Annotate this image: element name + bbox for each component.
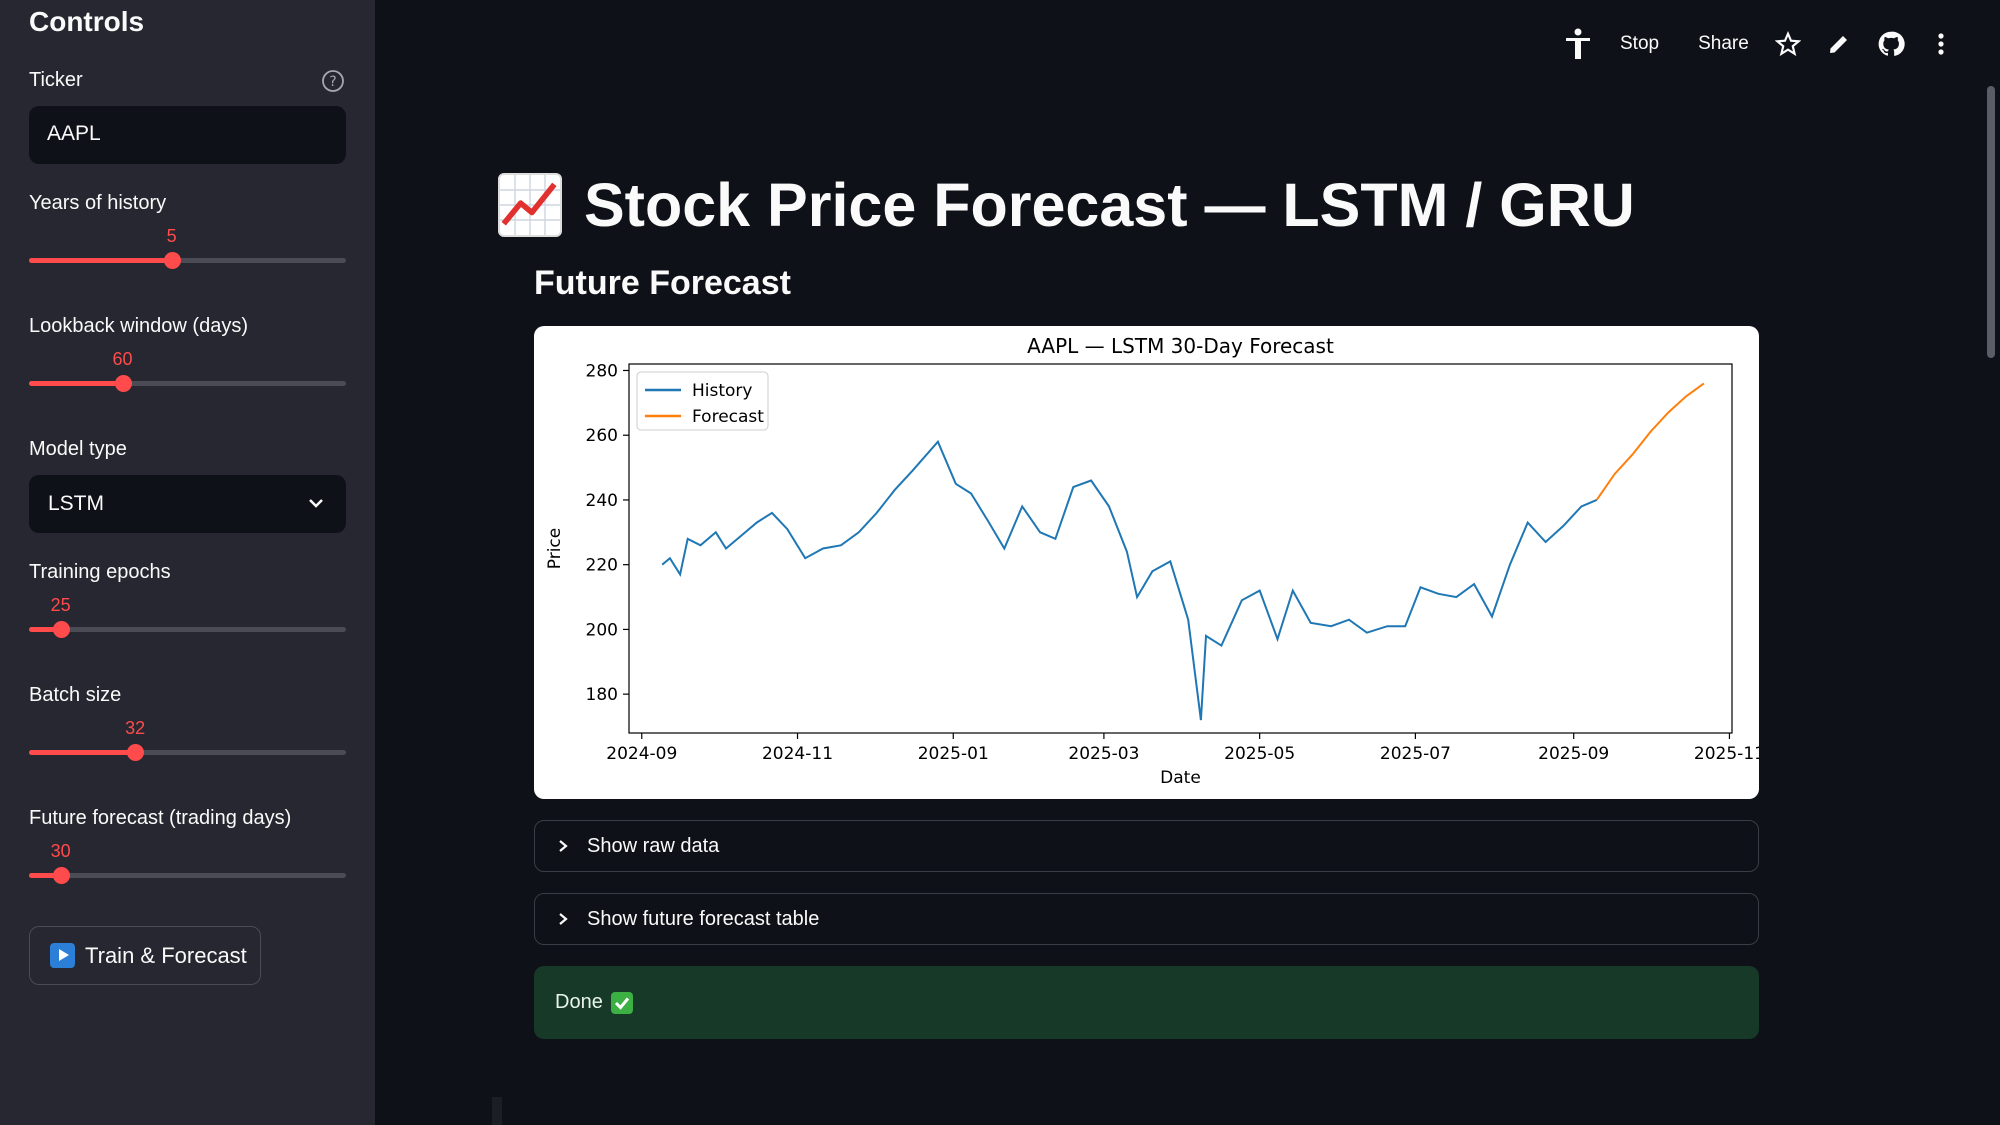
x-tick-label: 2025-05 bbox=[1224, 744, 1295, 764]
slider-value: 60 bbox=[112, 349, 133, 369]
lookback-slider[interactable]: 60 bbox=[29, 349, 346, 395]
y-tick-label: 180 bbox=[586, 685, 618, 705]
slider-value: 30 bbox=[50, 841, 71, 861]
lookback-label: Lookback window (days) bbox=[29, 315, 248, 337]
slider-thumb[interactable] bbox=[52, 621, 70, 638]
batch-label: Batch size bbox=[29, 684, 122, 706]
train-forecast-button[interactable]: Train & Forecast bbox=[29, 926, 261, 985]
legend-entry: History bbox=[692, 381, 752, 401]
y-tick-label: 280 bbox=[586, 361, 618, 381]
expander-forecast-table[interactable]: Show future forecast table bbox=[534, 893, 1759, 945]
x-axis-label: Date bbox=[1160, 768, 1201, 788]
github-icon[interactable] bbox=[1877, 30, 1905, 58]
help-icon[interactable]: ? bbox=[321, 69, 345, 93]
model-select-value: LSTM bbox=[48, 492, 105, 515]
years-slider[interactable]: 5 bbox=[29, 226, 346, 272]
slider-track bbox=[29, 873, 346, 878]
expander-raw-label: Show raw data bbox=[587, 834, 720, 857]
slider-thumb[interactable] bbox=[163, 252, 181, 269]
y-tick-label: 200 bbox=[586, 620, 618, 640]
legend-entry: Forecast bbox=[692, 407, 764, 427]
page-title-text: Stock Price Forecast — LSTM / GRU bbox=[584, 171, 1635, 239]
section-subheader: Future Forecast bbox=[534, 264, 791, 302]
y-tick-label: 240 bbox=[586, 491, 618, 511]
x-tick-label: 2024-11 bbox=[762, 744, 833, 764]
chart-card: AAPL — LSTM 30-Day Forecast 2024-09 2024-1… bbox=[534, 326, 1765, 799]
chart-title: AAPL — LSTM 30-Day Forecast bbox=[1027, 334, 1334, 358]
x-tick-label: 2025-11 bbox=[1694, 744, 1759, 764]
header-toolbar: Stop Share bbox=[1565, 28, 1945, 60]
epochs-label: Training epochs bbox=[29, 561, 171, 583]
y-tick-label: 260 bbox=[586, 426, 618, 446]
series-line-history bbox=[661, 439, 1598, 721]
x-tick-label: 2025-07 bbox=[1380, 744, 1451, 764]
y-tick-label: 220 bbox=[586, 556, 618, 576]
more-icon[interactable] bbox=[1937, 32, 1945, 56]
model-label: Model type bbox=[29, 438, 127, 460]
status-success-alert: Done bbox=[534, 966, 1759, 1039]
sidebar: Controls Ticker ? AAPL Years of history … bbox=[0, 0, 375, 1125]
y-axis-label: Price bbox=[545, 528, 565, 569]
forecast-chart: AAPL — LSTM 30-Day Forecast 2024-09 2024-1… bbox=[545, 334, 1765, 788]
slider-fill bbox=[29, 750, 136, 755]
train-forecast-label: Train & Forecast bbox=[85, 942, 247, 968]
slider-value: 25 bbox=[50, 595, 71, 615]
batch-slider[interactable]: 32 bbox=[29, 718, 346, 764]
accessibility-icon[interactable] bbox=[1565, 28, 1591, 60]
ticker-label: Ticker bbox=[29, 69, 83, 91]
stop-button[interactable]: Stop bbox=[1620, 33, 1659, 55]
epochs-slider[interactable]: 25 bbox=[29, 595, 346, 641]
model-select[interactable]: LSTM bbox=[29, 475, 346, 533]
play-icon bbox=[50, 943, 75, 968]
scrollbar-thumb[interactable] bbox=[1987, 86, 1995, 358]
chart-increasing-icon bbox=[498, 173, 562, 237]
expander-raw-data[interactable]: Show raw data bbox=[534, 820, 1759, 872]
status-text: Done bbox=[555, 991, 603, 1013]
page-title: Stock Price Forecast — LSTM / GRU bbox=[498, 170, 1635, 240]
plot-frame bbox=[628, 363, 1733, 734]
pencil-icon[interactable] bbox=[1827, 32, 1851, 56]
share-button[interactable]: Share bbox=[1698, 33, 1749, 55]
star-icon[interactable] bbox=[1774, 31, 1801, 57]
x-tick-label: 2025-09 bbox=[1538, 744, 1609, 764]
slider-thumb[interactable] bbox=[114, 375, 132, 392]
slider-fill bbox=[29, 381, 123, 386]
future-slider[interactable]: 30 bbox=[29, 841, 346, 887]
series-line-forecast bbox=[1595, 382, 1705, 501]
chevron-right-icon bbox=[559, 913, 568, 925]
x-tick-label: 2024-09 bbox=[606, 744, 677, 764]
slider-thumb[interactable] bbox=[127, 744, 145, 761]
slider-fill bbox=[29, 258, 172, 263]
slider-track bbox=[29, 627, 346, 632]
chevron-down-icon bbox=[309, 499, 323, 508]
years-label: Years of history bbox=[29, 192, 167, 214]
slider-value: 32 bbox=[125, 718, 146, 738]
slider-thumb[interactable] bbox=[52, 867, 70, 884]
future-label: Future forecast (trading days) bbox=[29, 807, 292, 829]
x-tick-label: 2025-03 bbox=[1068, 744, 1139, 764]
chevron-right-icon bbox=[559, 840, 568, 852]
x-tick-label: 2025-01 bbox=[918, 744, 989, 764]
ticker-input[interactable]: AAPL bbox=[29, 106, 346, 164]
expander-forecast-label: Show future forecast table bbox=[587, 907, 820, 930]
svg-text:?: ? bbox=[329, 74, 336, 90]
check-mark-icon bbox=[610, 991, 633, 1014]
bottom-edge-stub bbox=[492, 1097, 502, 1125]
slider-value: 5 bbox=[166, 226, 177, 246]
sidebar-title: Controls bbox=[29, 6, 145, 37]
